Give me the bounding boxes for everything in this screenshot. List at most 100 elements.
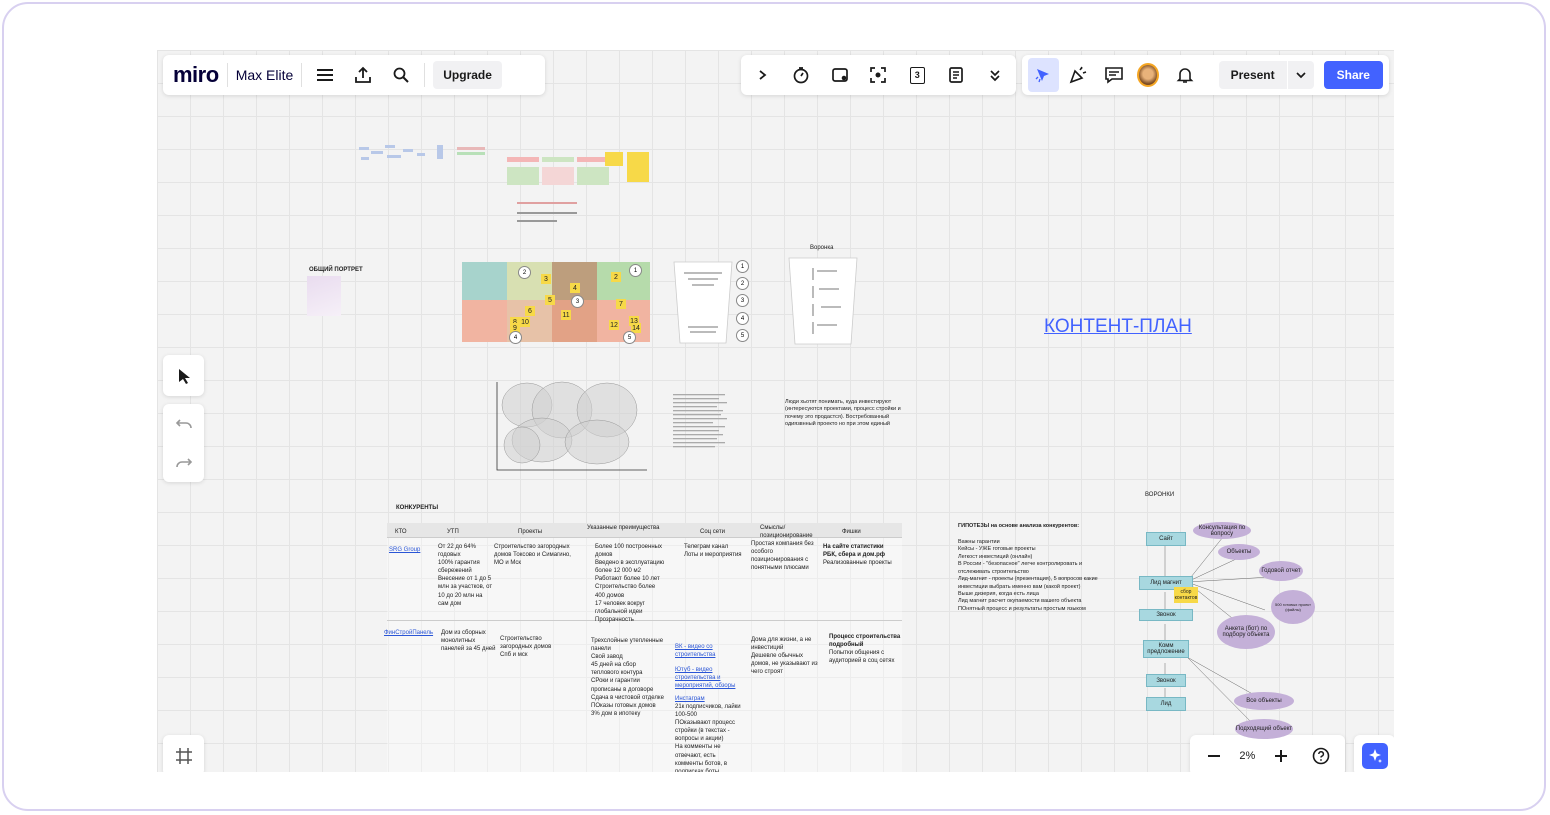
table-cell-features: Реализованные проекты [823, 560, 892, 566]
pointer-icon[interactable] [169, 361, 199, 391]
app-frame: miro Max Elite Upgrade 3 Present Share 2… [2, 2, 1546, 811]
chevron-double-down-icon[interactable] [980, 60, 1010, 90]
avatar[interactable] [1137, 63, 1160, 87]
redo-icon[interactable] [169, 448, 199, 478]
matrix-sticky: 7 [616, 299, 626, 309]
card-icon[interactable] [825, 60, 855, 90]
undo-icon[interactable] [169, 409, 199, 439]
present-button[interactable]: Present [1218, 61, 1314, 89]
table-header-cell: Проекты [518, 529, 543, 535]
menu-icon[interactable] [310, 60, 340, 90]
matrix-marker: 1 [629, 264, 642, 277]
matrix-sticky: 12 [609, 320, 619, 330]
hypothesis-line: Лид-магнит - проекты (презентация), 5 во… [958, 576, 1098, 590]
frame-icon[interactable] [169, 741, 199, 771]
table-cell-who[interactable]: ФинСтройПанель [384, 629, 433, 637]
table-cell-positioning: Простая компания без особого позициониро… [751, 541, 814, 572]
table-cell-positioning: Дома для жизни, а не инвестиций Дешевле … [751, 637, 818, 676]
tools-panel: 3 [741, 55, 1016, 95]
hypothesis-line: Лид магнит расчет окупаемости вашего объ… [958, 598, 1082, 605]
table-cell-advantages: Более 100 построенных домов Введено в эк… [595, 544, 665, 623]
hypothesis-line: Выше дизерия, когда есть лица [958, 590, 1039, 597]
funnel-node: Звонок [1139, 609, 1193, 621]
funnel-step-marker: 5 [736, 329, 749, 342]
focus-icon[interactable] [863, 60, 893, 90]
table-cell-utp: Дом из сборных монолитных панелей за 45 … [441, 630, 496, 653]
board-header-panel: miro Max Elite Upgrade [163, 55, 545, 95]
table-header-cell: Фишки [842, 529, 861, 535]
table-header-cell: Соц сети [700, 529, 726, 535]
celebrate-icon[interactable] [1065, 60, 1092, 90]
table-cell-projects: Строительство загородных домов Токсово и… [494, 544, 571, 567]
table-cell-features-bold: На сайте статистики РБК, сбера и дом.рф [823, 544, 886, 559]
funnel-step-marker: 4 [736, 312, 749, 325]
bell-icon[interactable] [1171, 60, 1198, 90]
hypothesis-line: Кейсы - УЖЕ готовые проекты [958, 546, 1036, 553]
funnel-oval: Анкета (бот) по подбору объекта [1217, 615, 1275, 649]
funnel-shape-1 [672, 260, 734, 345]
people-note: Люди хьотят понимать, куда инвестируют (… [785, 399, 901, 428]
search-icon[interactable] [386, 60, 416, 90]
funnel-oval: Объекты [1218, 544, 1260, 560]
content-plan-link[interactable]: КОНТЕНТ-ПЛАН [1044, 314, 1192, 340]
miro-logo[interactable]: miro [173, 62, 219, 88]
funnel-step-marker: 2 [736, 277, 749, 290]
table-header-cell: Указанные преимущества [587, 525, 660, 531]
matrix-marker: 3 [571, 295, 584, 308]
hypothesis-line: В России - "безопасное" легче контролиро… [958, 561, 1083, 575]
present-label: Present [1230, 68, 1275, 82]
upgrade-button[interactable]: Upgrade [433, 61, 502, 89]
funnel-oval: Подходящий объект [1235, 719, 1293, 739]
ai-sparkle-icon[interactable] [1361, 742, 1388, 769]
numbered-list-block [673, 392, 733, 452]
matrix-sticky: 11 [561, 310, 571, 320]
funnel-node: Звонок [1146, 674, 1186, 687]
table-cell-projects: Строительство загородных домов Спб и мск [500, 636, 552, 659]
undo-redo-panel [163, 404, 204, 482]
share-button[interactable]: Share [1323, 61, 1383, 89]
funnel-oval: Годовой отчет [1259, 561, 1303, 581]
table-cell-social-link[interactable]: Инстаграм [675, 695, 737, 703]
portrait-title: ОБЩИЙ ПОРТРЕТ [309, 267, 363, 273]
matrix-marker: 5 [623, 331, 636, 344]
table-header-cell: Смыслы/ позиционирование [760, 525, 813, 540]
table-cell-who[interactable]: SRG Group [389, 546, 420, 554]
funnel-shape-2 [787, 256, 859, 346]
hypotheses-list: Важны гарантии Кейсы - УЖЕ готовые проек… [958, 539, 1108, 613]
ai-assist-panel [1354, 735, 1394, 772]
funnel-step-marker: 3 [736, 294, 749, 307]
table-cell-social: Телеграм канал Лоты и мероприятия [684, 544, 742, 559]
cursor-select-icon[interactable] [1028, 58, 1059, 92]
present-dropdown-icon[interactable] [1286, 61, 1314, 89]
board-name[interactable]: Max Elite [236, 67, 294, 83]
table-cell-social: 21к подписчиков, лайки 100-500 ПОказываю… [675, 704, 741, 772]
funnel-oval: 500 готовых проект (файлы) [1271, 590, 1315, 624]
portrait-image [307, 276, 341, 316]
matrix-marker: 2 [518, 266, 531, 279]
funnel-step-marker: 1 [736, 260, 749, 273]
table-cell-social-link[interactable]: Ютуб - видео строительства и мероприятий… [675, 666, 740, 690]
funnels-title: ВОРОНКИ [1145, 492, 1175, 498]
matrix-marker: 4 [509, 331, 522, 344]
export-icon[interactable] [348, 60, 378, 90]
matrix-sticky: 3 [541, 274, 551, 284]
chevron-right-icon[interactable] [747, 60, 777, 90]
board-canvas[interactable]: miro Max Elite Upgrade 3 Present Share 2… [157, 50, 1394, 772]
funnel-oval: Консультация по вопросу [1193, 522, 1251, 539]
select-tool-panel [163, 355, 204, 396]
sticky-count-icon[interactable]: 3 [902, 60, 932, 90]
table-header-cell: КТО [395, 529, 407, 535]
table-cell-social-link[interactable]: ВК - видео со строительства [675, 643, 737, 659]
comment-icon[interactable] [1100, 60, 1127, 90]
matrix-sticky: 2 [611, 272, 621, 282]
divider [301, 63, 303, 87]
matrix-sticky: 5 [545, 295, 555, 305]
funnel-node: Комм предложение [1143, 640, 1189, 658]
hypotheses-title: ГИПОТЕЗЫ на основе анализа конкурентов: [958, 523, 1080, 529]
table-cell-advantages: Трехслойные утепленные панели Свой завод… [591, 638, 664, 717]
funnel-node: Сайт [1146, 532, 1186, 546]
notes-icon[interactable] [941, 60, 971, 90]
table-cell-utp: От 22 до 64% годовых 100% гарантия сбере… [438, 544, 493, 607]
timer-icon[interactable] [786, 60, 816, 90]
collaboration-panel: Present Share [1022, 55, 1389, 95]
